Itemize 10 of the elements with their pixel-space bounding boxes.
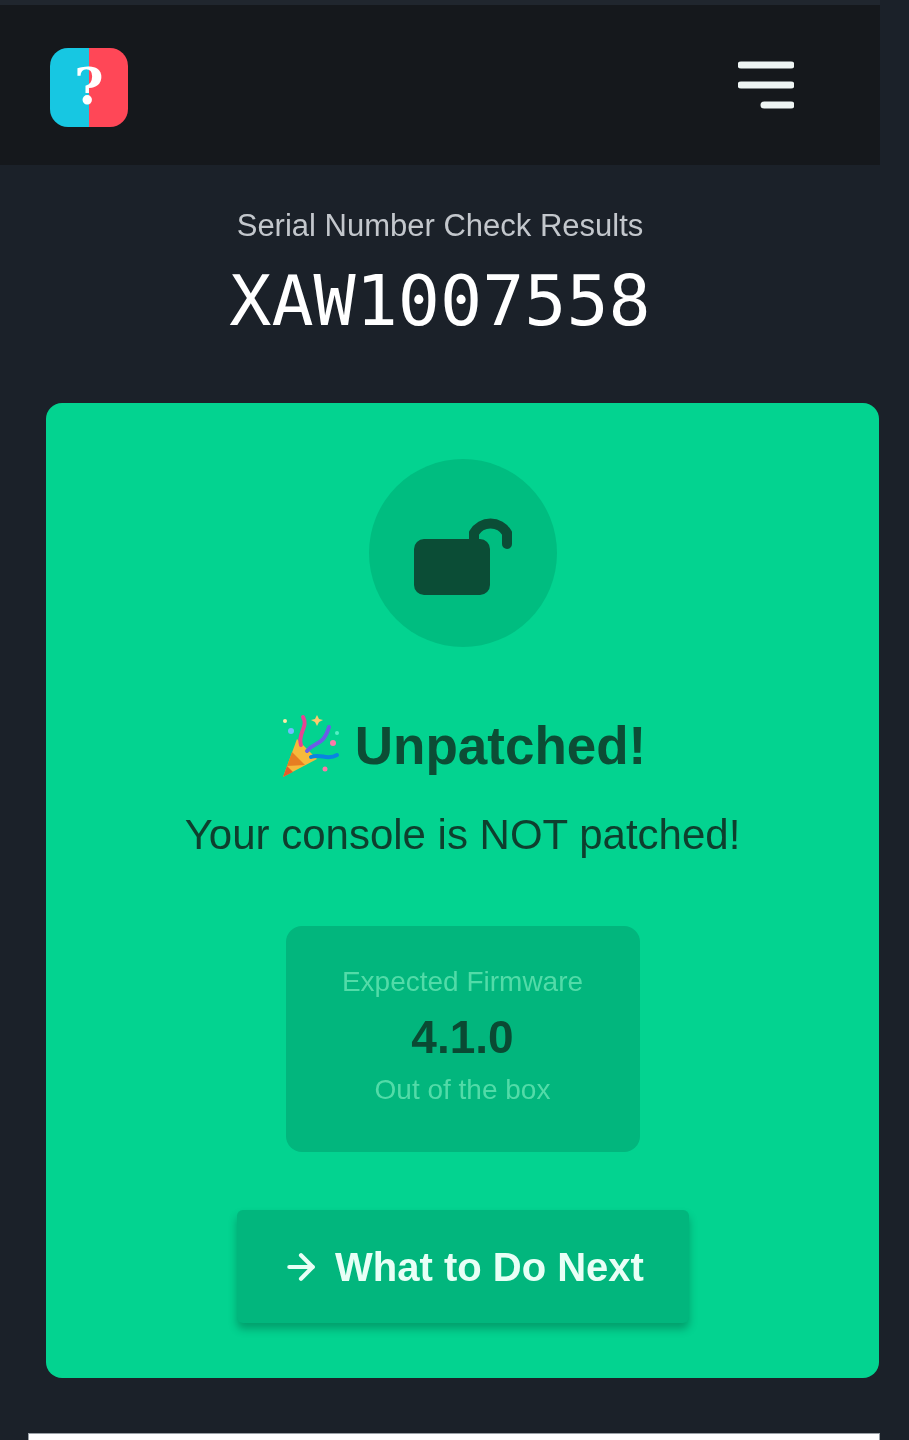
status-title: Unpatched! [354, 716, 647, 776]
firmware-note: Out of the box [374, 1074, 551, 1106]
firmware-label: Expected Firmware [341, 966, 584, 998]
next-steps-button[interactable]: What to Do Next [236, 1210, 689, 1323]
menu-button[interactable] [738, 61, 794, 109]
status-message: Your console is NOT patched! [184, 811, 741, 859]
serial-number: XAW1007558 [229, 266, 651, 336]
menu-icon [738, 61, 794, 109]
firmware-version: 4.1.0 [411, 1012, 514, 1062]
results-heading: Serial Number Check Results [236, 208, 644, 244]
